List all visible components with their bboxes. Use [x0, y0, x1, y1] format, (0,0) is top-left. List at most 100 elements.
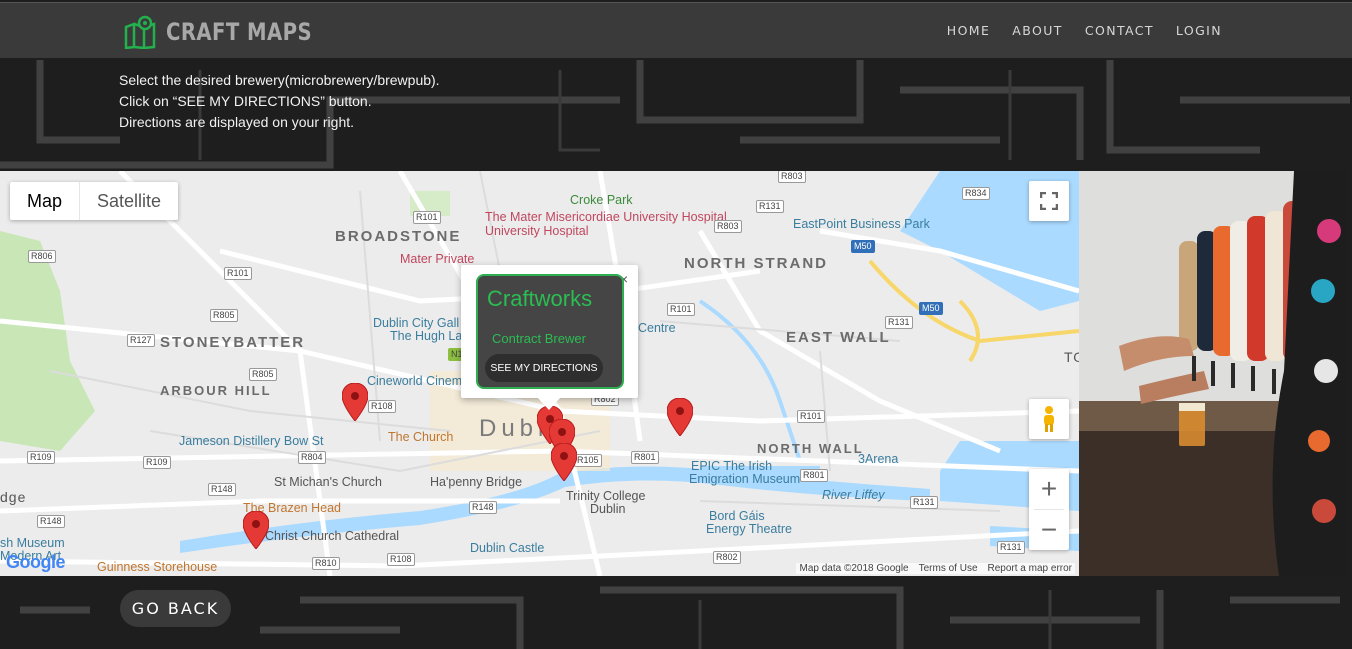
brewery-marker[interactable] [243, 511, 269, 549]
fullscreen-button[interactable] [1029, 181, 1069, 221]
district-label: NORTH WALL [757, 441, 864, 456]
map-pin-logo-icon [124, 15, 156, 49]
poi-label[interactable]: Dublin Castle [470, 541, 544, 555]
road-shield: R803 [778, 171, 806, 183]
poi-label[interactable]: Jameson Distillery Bow St [179, 434, 324, 448]
see-my-directions-button[interactable]: SEE MY DIRECTIONS [485, 354, 603, 382]
map-attribution: Map data ©2018 Google Terms of Use Repor… [796, 563, 1075, 574]
fullscreen-icon [1040, 192, 1058, 210]
street-view-pegman[interactable] [1029, 399, 1069, 439]
zoom-control: + − [1029, 469, 1069, 550]
poi-label[interactable]: Dublin City Gall [373, 316, 459, 330]
poi-label[interactable]: The Mater Misericordiae University Hospi… [485, 210, 727, 224]
go-back-button[interactable]: GO BACK [120, 590, 231, 627]
road-shield: R108 [387, 553, 415, 566]
district-label: STONEYBATTER [160, 334, 306, 351]
map-type-map-button[interactable]: Map [10, 182, 79, 220]
brewery-marker[interactable] [551, 443, 577, 481]
road-shield: R834 [962, 187, 990, 200]
brewery-marker[interactable] [667, 398, 693, 436]
district-label: NORTH STRAND [684, 255, 828, 272]
road-shield: R109 [27, 451, 55, 464]
poi-label[interactable]: Centre [638, 321, 676, 335]
road-shield: R804 [298, 451, 326, 464]
road-shield: R127 [127, 334, 155, 347]
terms-link[interactable]: Terms of Use [919, 563, 978, 574]
marker-info-window: × Craftworks Contract Brewer SEE MY DIRE… [461, 265, 638, 410]
poi-label[interactable]: 3Arena [858, 452, 898, 466]
district-label: dge [0, 489, 27, 505]
brewery-name: Craftworks [487, 286, 593, 311]
report-error-link[interactable]: Report a map error [988, 563, 1072, 574]
brewery-type: Contract Brewer [492, 331, 586, 346]
district-label: BROADSTONE [335, 228, 462, 245]
poi-label[interactable]: Christ Church Cathedral [265, 529, 399, 543]
pegman-icon [1044, 406, 1054, 432]
poi-label[interactable]: The Hugh La [390, 329, 462, 343]
poi-label[interactable]: Energy Theatre [706, 522, 792, 536]
instruction-line: Directions are displayed on your right. [119, 114, 355, 130]
brewery-info-card: Craftworks Contract Brewer SEE MY DIRECT… [476, 274, 624, 389]
road-shield: M50 [919, 302, 943, 315]
nav-contact[interactable]: CONTACT [1085, 23, 1154, 38]
main-nav: HOME ABOUT CONTACT LOGIN [947, 23, 1222, 38]
instruction-line: Select the desired brewery(microbrewery/… [119, 72, 440, 88]
zoom-out-button[interactable]: − [1029, 510, 1069, 550]
poi-label[interactable]: EastPoint Business Park [793, 217, 930, 231]
brand-name: CRAFT MAPS [166, 18, 313, 46]
road-shield: R806 [28, 250, 56, 263]
nav-home[interactable]: HOME [947, 23, 991, 38]
road-shield: R105 [574, 454, 602, 467]
map-type-satellite-button[interactable]: Satellite [79, 182, 178, 220]
poi-label[interactable]: University Hospital [485, 224, 589, 238]
road-shield: R101 [413, 211, 441, 224]
road-shield: R131 [885, 316, 913, 329]
poi-label[interactable]: sh Museum [0, 536, 65, 550]
road-shield: R801 [800, 469, 828, 482]
instruction-line: Click on “SEE MY DIRECTIONS” button. [119, 93, 372, 109]
poi-label[interactable]: Bord Gáis [709, 509, 765, 523]
top-navbar: CRAFT MAPS HOME ABOUT CONTACT LOGIN [0, 2, 1352, 58]
google-logo-text: Google [6, 552, 66, 572]
district-label: ARBOUR HILL [160, 383, 272, 398]
instructions: Select the desired brewery(microbrewery/… [119, 70, 440, 133]
road-shield: R101 [224, 267, 252, 280]
road-shield: R108 [368, 400, 396, 413]
road-shield: R803 [714, 220, 742, 233]
road-shield: R148 [469, 501, 497, 514]
poi-label[interactable]: Ha'penny Bridge [430, 475, 522, 489]
poi-label[interactable]: Mater Private [400, 252, 474, 266]
brand-logo[interactable]: CRAFT MAPS [124, 15, 344, 49]
poi-label[interactable]: Croke Park [570, 193, 633, 207]
google-map[interactable]: BROADSTONE NORTH STRAND STONEYBATTER EAS… [0, 171, 1079, 576]
map-type-control: Map Satellite [10, 182, 179, 220]
road-shield: R148 [37, 515, 65, 528]
road-shield: M50 [851, 240, 875, 253]
district-label: TO [1064, 349, 1079, 365]
road-shield: R805 [210, 309, 238, 322]
info-window-tail [537, 397, 561, 410]
poi-label[interactable]: Guinness Storehouse [97, 560, 217, 574]
road-shield: R101 [797, 410, 825, 423]
water-label: River Liffey [822, 488, 885, 502]
road-shield: R805 [249, 368, 277, 381]
district-label: EAST WALL [786, 329, 891, 346]
brewery-marker[interactable] [342, 383, 368, 421]
nav-about[interactable]: ABOUT [1012, 23, 1063, 38]
poi-label[interactable]: St Michan's Church [274, 475, 382, 489]
nav-login[interactable]: LOGIN [1176, 23, 1222, 38]
beer-taps-photo [1079, 171, 1347, 576]
road-shield: R131 [910, 496, 938, 509]
poi-label[interactable]: Dublin [590, 502, 625, 516]
poi-label[interactable]: Trinity College [566, 489, 645, 503]
poi-label[interactable]: Cineworld Cinem [367, 374, 462, 388]
poi-label[interactable]: The Church [388, 430, 453, 444]
poi-label[interactable]: Emigration Museum [689, 472, 800, 486]
map-data-credit: Map data ©2018 Google [799, 563, 909, 574]
google-logo[interactable]: Google [6, 552, 66, 573]
poi-label[interactable]: EPIC The Irish [691, 459, 772, 473]
road-shield: R101 [667, 303, 695, 316]
zoom-in-button[interactable]: + [1029, 469, 1069, 509]
road-shield: R801 [631, 451, 659, 464]
road-shield: R109 [143, 456, 171, 469]
